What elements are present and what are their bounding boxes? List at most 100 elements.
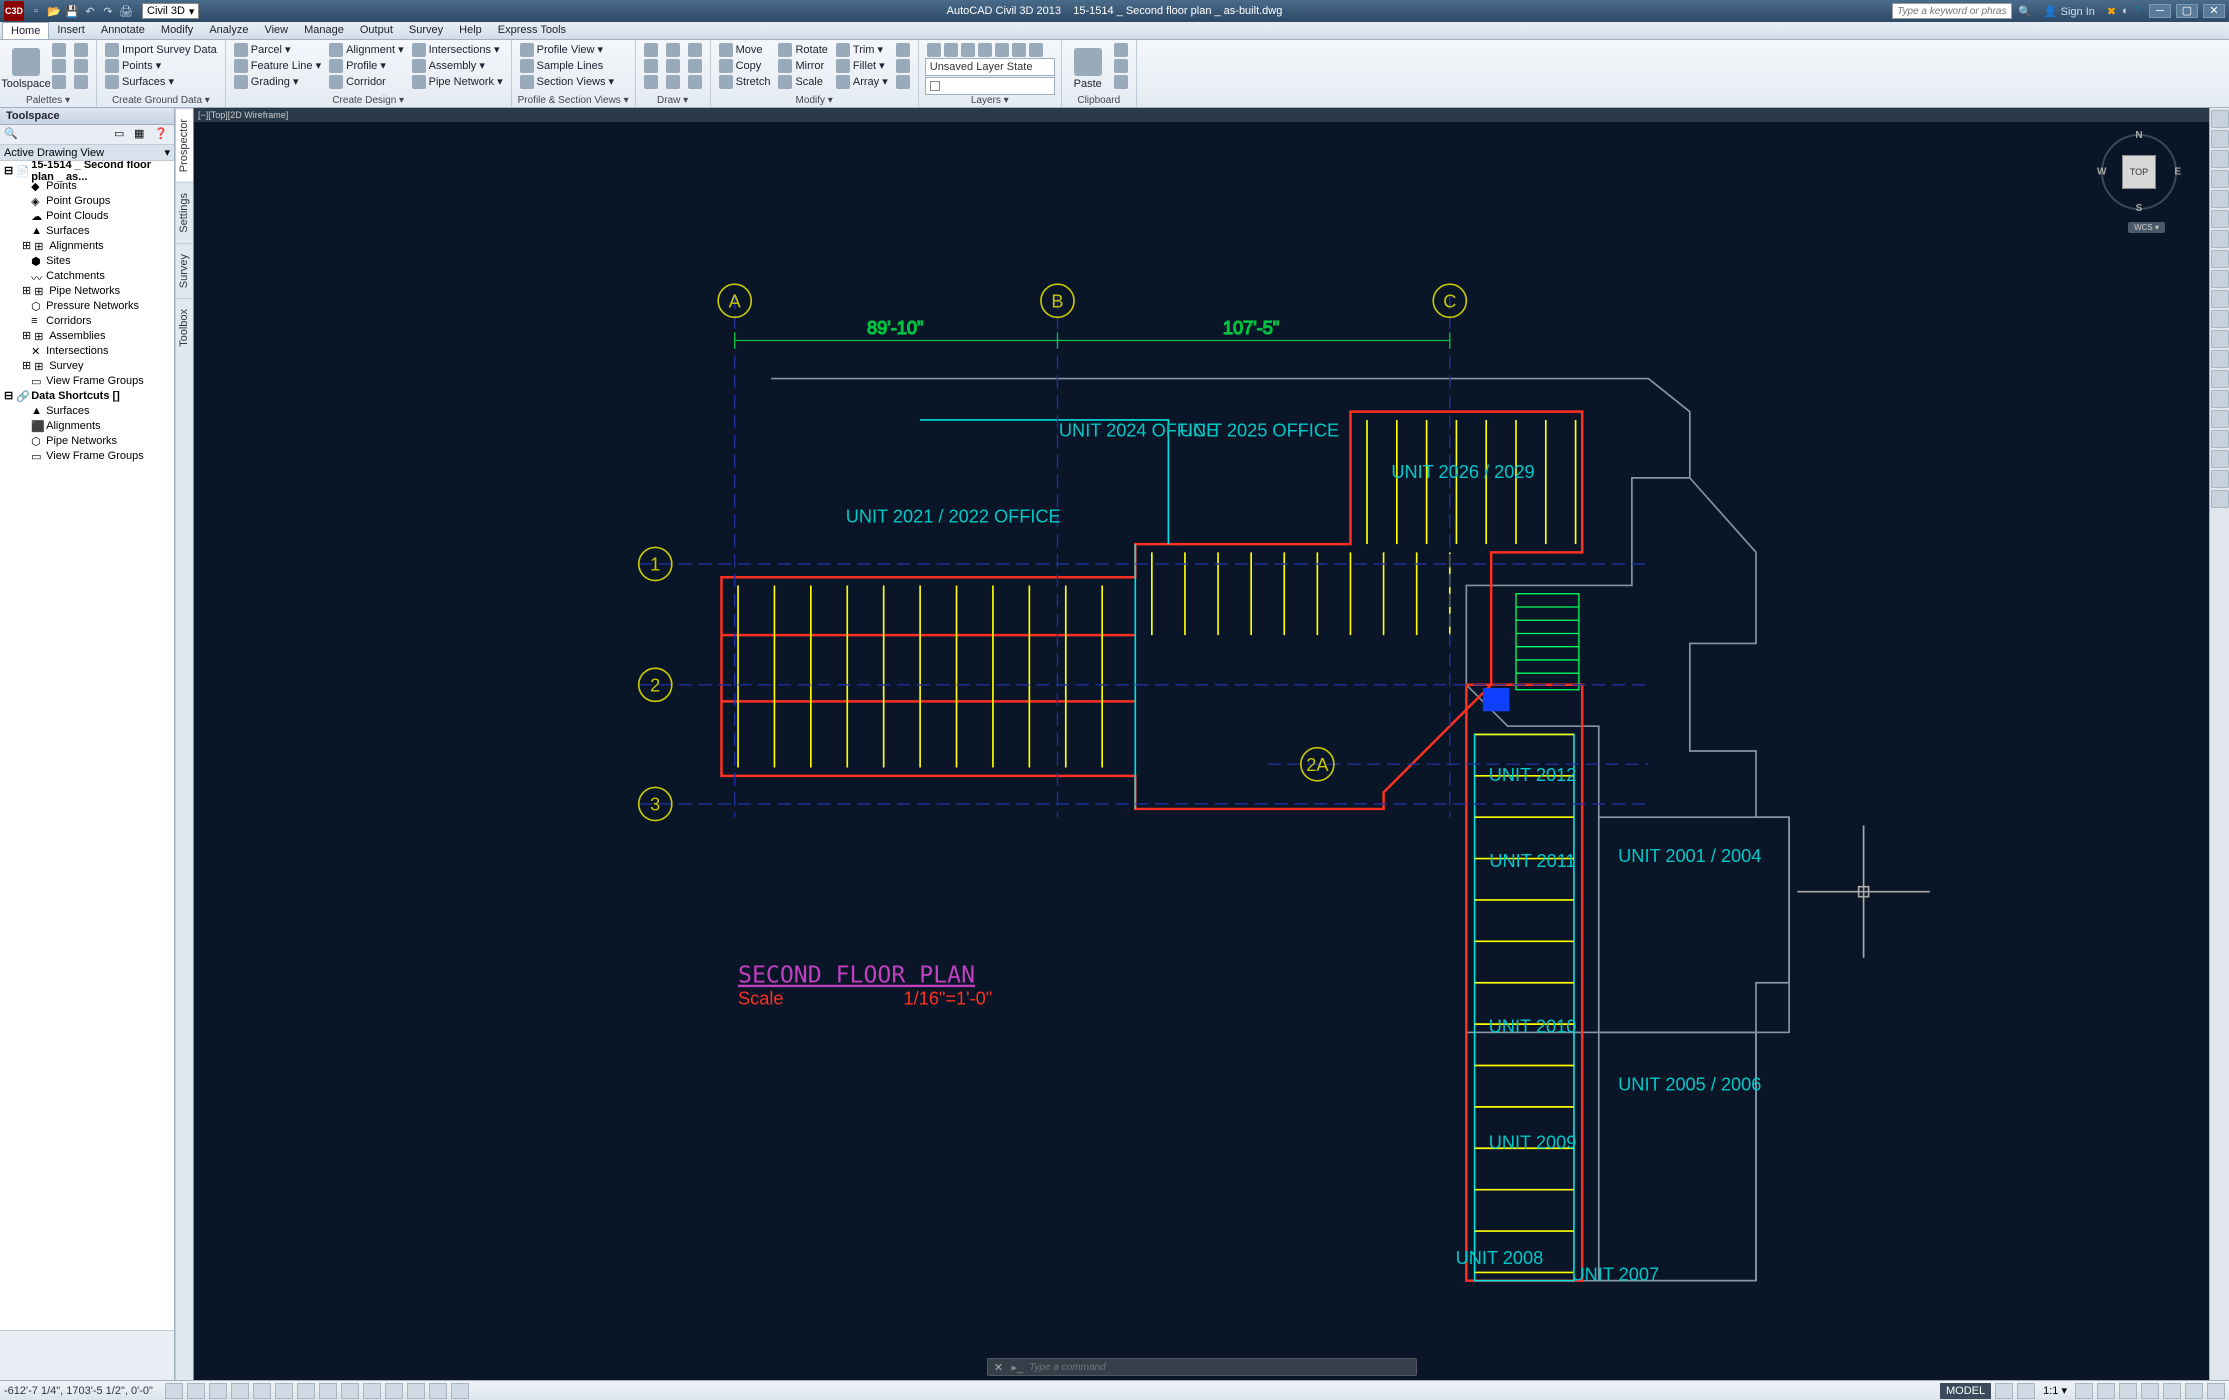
tab-home[interactable]: Home: [2, 22, 49, 39]
palette-tool-2[interactable]: ▦: [134, 127, 150, 143]
tab-view[interactable]: View: [256, 22, 296, 39]
grading--button[interactable]: Grading ▾: [232, 74, 323, 89]
command-line[interactable]: ✕ ▸_: [987, 1358, 1417, 1376]
nav-tool-2[interactable]: [2211, 130, 2229, 148]
tree-node[interactable]: ▲Surfaces: [0, 403, 174, 418]
status-tool-r2[interactable]: [2017, 1383, 2035, 1399]
model-button[interactable]: MODEL: [1940, 1383, 1991, 1399]
palette-btn-3[interactable]: [50, 74, 68, 89]
save-icon[interactable]: 💾: [64, 3, 80, 19]
tree-node[interactable]: ⊞ ⊞Alignments: [0, 238, 174, 253]
array--button[interactable]: Array ▾: [834, 74, 890, 89]
tree-node[interactable]: ≡Corridors: [0, 313, 174, 328]
grid-toggle[interactable]: [187, 1383, 205, 1399]
nav-tool-5[interactable]: [2211, 190, 2229, 208]
nav-tool-13[interactable]: [2211, 350, 2229, 368]
nav-tool-9[interactable]: [2211, 270, 2229, 288]
cmdline-close-icon[interactable]: ✕: [992, 1361, 1006, 1374]
side-tab-toolbox[interactable]: Toolbox: [176, 298, 193, 357]
points--button[interactable]: Points ▾: [103, 58, 219, 73]
move-button[interactable]: Move: [717, 42, 773, 57]
offset-button[interactable]: [894, 74, 912, 89]
nav-tool-19[interactable]: [2211, 470, 2229, 488]
nav-tool-11[interactable]: [2211, 310, 2229, 328]
3dosnap-toggle[interactable]: [275, 1383, 293, 1399]
tab-express-tools[interactable]: Express Tools: [490, 22, 574, 39]
tree-node[interactable]: ⬛Alignments: [0, 418, 174, 433]
palette-tool-1[interactable]: ▭: [114, 127, 130, 143]
view-selector[interactable]: Active Drawing View▾: [0, 145, 174, 161]
tree-node[interactable]: ⬢Sites: [0, 253, 174, 268]
nav-tool-1[interactable]: [2211, 110, 2229, 128]
wcs-badge[interactable]: WCS ▾: [2128, 222, 2165, 233]
rect-button[interactable]: [664, 58, 682, 73]
arc-button[interactable]: [642, 58, 660, 73]
ortho-toggle[interactable]: [209, 1383, 227, 1399]
annotation-scale[interactable]: 1:1 ▾: [2039, 1384, 2071, 1397]
viewport-label[interactable]: [−][Top][2D Wireframe]: [194, 108, 2209, 122]
layer-state-combo[interactable]: Unsaved Layer State: [925, 58, 1055, 76]
tree-node[interactable]: ⊟ 🔗Data Shortcuts []: [0, 388, 174, 403]
erase-button[interactable]: [894, 42, 912, 57]
tree-node[interactable]: ⊞ ⊞Pipe Networks: [0, 283, 174, 298]
profile--button[interactable]: Profile ▾: [327, 58, 406, 73]
tree-node[interactable]: ◈Point Groups: [0, 193, 174, 208]
ducs-toggle[interactable]: [319, 1383, 337, 1399]
tab-analyze[interactable]: Analyze: [201, 22, 256, 39]
palette-btn-6[interactable]: [72, 74, 90, 89]
status-tool-r7[interactable]: [2163, 1383, 2181, 1399]
rotate-button[interactable]: Rotate: [776, 42, 829, 57]
tree-node[interactable]: ⊟ 📄15-1514 _ Second floor plan _ as...: [0, 163, 174, 178]
trim--button[interactable]: Trim ▾: [834, 42, 890, 57]
view-cube[interactable]: TOP N S E W: [2099, 132, 2179, 212]
search-icon[interactable]: 🔍: [2018, 5, 2032, 18]
print-icon[interactable]: 🖨: [118, 3, 134, 19]
feature-line--button[interactable]: Feature Line ▾: [232, 58, 323, 73]
layer-combo[interactable]: [925, 77, 1055, 95]
palette-btn-1[interactable]: [50, 42, 68, 57]
nav-tool-15[interactable]: [2211, 390, 2229, 408]
nav-tool-4[interactable]: [2211, 170, 2229, 188]
close-button[interactable]: ✕: [2203, 4, 2225, 18]
sc-toggle[interactable]: [429, 1383, 447, 1399]
new-icon[interactable]: ▫: [28, 3, 44, 19]
sign-in-button[interactable]: 👤 Sign In: [2038, 5, 2101, 18]
tab-help[interactable]: Help: [451, 22, 490, 39]
nav-tool-16[interactable]: [2211, 410, 2229, 428]
tab-manage[interactable]: Manage: [296, 22, 352, 39]
tree-node[interactable]: 〰Catchments: [0, 268, 174, 283]
scale-button[interactable]: Scale: [776, 74, 829, 89]
minimize-button[interactable]: ─: [2149, 4, 2171, 18]
toolspace-button[interactable]: Toolspace: [6, 42, 46, 95]
workspace-selector[interactable]: Civil 3D▾: [142, 3, 199, 19]
mirror-button[interactable]: Mirror: [776, 58, 829, 73]
palette-btn-2[interactable]: [50, 58, 68, 73]
side-tab-survey[interactable]: Survey: [176, 243, 193, 298]
spline-button[interactable]: [686, 42, 704, 57]
tab-insert[interactable]: Insert: [49, 22, 93, 39]
dyn-toggle[interactable]: [341, 1383, 359, 1399]
lwt-toggle[interactable]: [363, 1383, 381, 1399]
pipe-network--button[interactable]: Pipe Network ▾: [410, 74, 505, 89]
tab-annotate[interactable]: Annotate: [93, 22, 153, 39]
palette-btn-4[interactable]: [72, 42, 90, 57]
tab-survey[interactable]: Survey: [401, 22, 451, 39]
palette-btn-5[interactable]: [72, 58, 90, 73]
tree-node[interactable]: ▭View Frame Groups: [0, 373, 174, 388]
line-button[interactable]: [642, 42, 660, 57]
nav-tool-12[interactable]: [2211, 330, 2229, 348]
parcel--button[interactable]: Parcel ▾: [232, 42, 323, 57]
drawing-area[interactable]: [−][Top][2D Wireframe]: [194, 108, 2209, 1380]
tree-node[interactable]: ☁Point Clouds: [0, 208, 174, 223]
status-tool-r8[interactable]: [2185, 1383, 2203, 1399]
exchange-icon[interactable]: ✖: [2107, 5, 2116, 18]
open-icon[interactable]: 📂: [46, 3, 62, 19]
tree-node[interactable]: ⬡Pipe Networks: [0, 433, 174, 448]
assembly--button[interactable]: Assembly ▾: [410, 58, 505, 73]
copy-button[interactable]: Copy: [717, 58, 773, 73]
nav-tool-20[interactable]: [2211, 490, 2229, 508]
palette-search-icon[interactable]: 🔍: [4, 127, 20, 143]
nav-tool-17[interactable]: [2211, 430, 2229, 448]
side-tab-settings[interactable]: Settings: [176, 182, 193, 243]
nav-tool-8[interactable]: [2211, 250, 2229, 268]
